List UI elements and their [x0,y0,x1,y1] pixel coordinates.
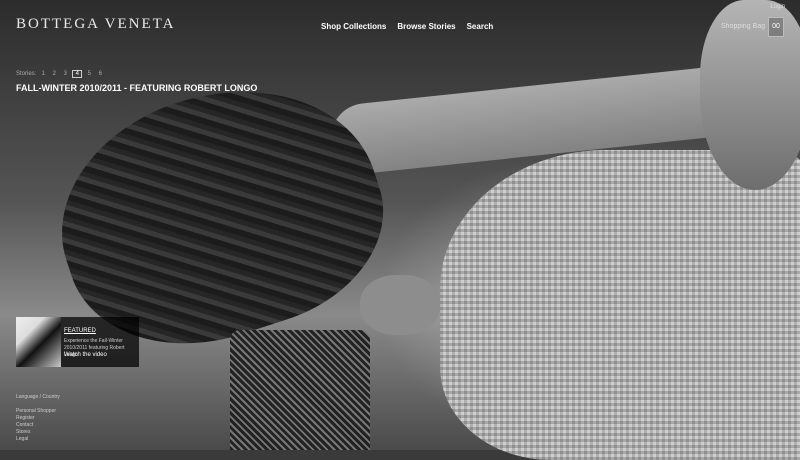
featured-panel[interactable]: FEATURED Experience the Fall-Winter 2010… [16,317,139,367]
footer-links: Personal Shopper Register Contact Stores… [16,408,60,443]
footer-link-stores[interactable]: Stores [16,429,60,436]
hero-figure-bag [230,330,370,450]
nav-search[interactable]: Search [467,22,494,31]
hero-figure-shirt [440,150,800,460]
login-link[interactable]: Login [770,4,785,10]
story-page-4-active[interactable]: 4 [72,70,83,78]
stories-label: Stories: [16,71,37,77]
featured-title[interactable]: FEATURED [64,328,96,334]
footer-link-register[interactable]: Register [16,415,60,422]
featured-thumbnail[interactable] [16,317,61,367]
main-nav: Shop Collections Browse Stories Search [321,22,493,31]
footer-link-contact[interactable]: Contact [16,422,60,429]
nav-shop-collections[interactable]: Shop Collections [321,22,386,31]
shopping-bag-count[interactable]: 00 [768,17,784,37]
story-page-2[interactable]: 2 [50,71,58,77]
story-page-6[interactable]: 6 [96,71,104,77]
hero-figure-hand [360,275,440,335]
language-country-link[interactable]: Language / Country [16,394,60,400]
footer: Language / Country Personal Shopper Regi… [16,394,60,443]
stories-pager: Stories: 1 2 3 4 5 6 [16,70,104,78]
brand-logo[interactable]: BOTTEGA VENETA [16,16,175,33]
story-headline: FALL-WINTER 2010/2011 - FEATURING ROBERT… [16,83,258,93]
story-page-5[interactable]: 5 [85,71,93,77]
footer-link-legal[interactable]: Legal [16,436,60,443]
story-page-3[interactable]: 3 [61,71,69,77]
watch-video-link[interactable]: Watch the video [64,352,107,358]
shopping-bag-link[interactable]: Shopping Bag [721,23,765,30]
story-page-1[interactable]: 1 [39,71,47,77]
footer-link-personal-shopper[interactable]: Personal Shopper [16,408,60,415]
hero-image [0,0,800,460]
nav-browse-stories[interactable]: Browse Stories [397,22,455,31]
